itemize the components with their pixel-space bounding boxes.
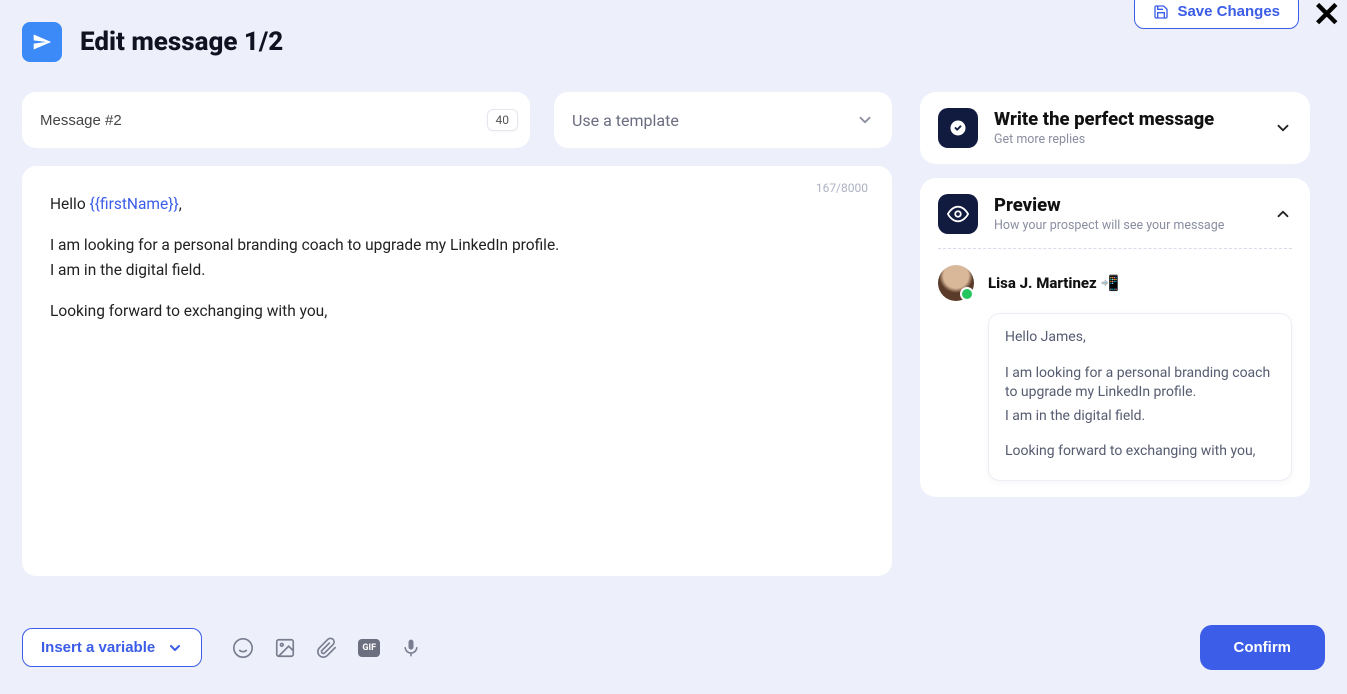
insert-variable-button[interactable]: Insert a variable [22,628,202,667]
save-icon [1153,4,1169,20]
preview-closing: Looking forward to exchanging with you, [1005,442,1275,462]
preview-title: Preview [994,195,1224,216]
chevron-down-icon [167,640,183,656]
greeting-prefix: Hello [50,195,90,213]
template-select[interactable]: Use a template [554,92,892,148]
editor-content: Hello {{firstName}}, I am looking for a … [50,194,864,322]
message-name-input[interactable] [40,112,487,129]
save-changes-button[interactable]: Save Changes [1134,0,1299,29]
avatar [938,265,974,301]
chevron-down-icon [856,111,874,129]
editor-line-1: I am looking for a personal branding coa… [50,235,864,256]
send-icon [22,22,62,62]
firstname-variable: {{firstName}} [90,195,179,213]
preview-sub: How your prospect will see your message [994,218,1224,233]
chevron-down-icon[interactable] [1274,119,1292,137]
confirm-button[interactable]: Confirm [1200,625,1326,670]
eye-icon [938,194,978,234]
image-icon[interactable] [274,637,296,659]
editor-closing: Looking forward to exchanging with you, [50,301,864,322]
preview-panel: Preview How your prospect will see your … [920,178,1310,497]
perfect-message-panel: Write the perfect message Get more repli… [920,92,1310,164]
attachment-icon[interactable] [316,637,338,659]
microphone-icon[interactable] [400,637,422,659]
insert-variable-label: Insert a variable [41,639,155,656]
emoji-icon[interactable] [232,637,254,659]
page-header: Edit message 1/2 [22,22,283,62]
editor-line-2: I am in the digital field. [50,260,864,281]
message-count-badge: 40 [487,109,519,131]
prospect-name: Lisa J. Martinez 📲 [988,274,1119,292]
save-label: Save Changes [1177,3,1280,20]
page-title: Edit message 1/2 [80,27,283,57]
preview-bubble: Hello James, I am looking for a personal… [988,313,1292,481]
message-editor[interactable]: 167/8000 Hello {{firstName}}, I am looki… [22,166,892,576]
char-counter: 167/8000 [816,180,868,196]
chat-check-icon [938,108,978,148]
message-name-input-wrap: 40 [22,92,530,148]
perfect-sub: Get more replies [994,132,1214,147]
gif-icon[interactable]: GIF [358,637,380,659]
greeting-suffix: , [179,195,182,213]
preview-greeting: Hello James, [1005,328,1275,348]
close-icon[interactable]: ✕ [1313,0,1342,32]
template-placeholder: Use a template [572,111,679,130]
chevron-up-icon[interactable] [1274,205,1292,223]
perfect-title: Write the perfect message [994,109,1214,130]
preview-line-2: I am in the digital field. [1005,407,1275,427]
preview-line-1: I am looking for a personal branding coa… [1005,364,1275,403]
